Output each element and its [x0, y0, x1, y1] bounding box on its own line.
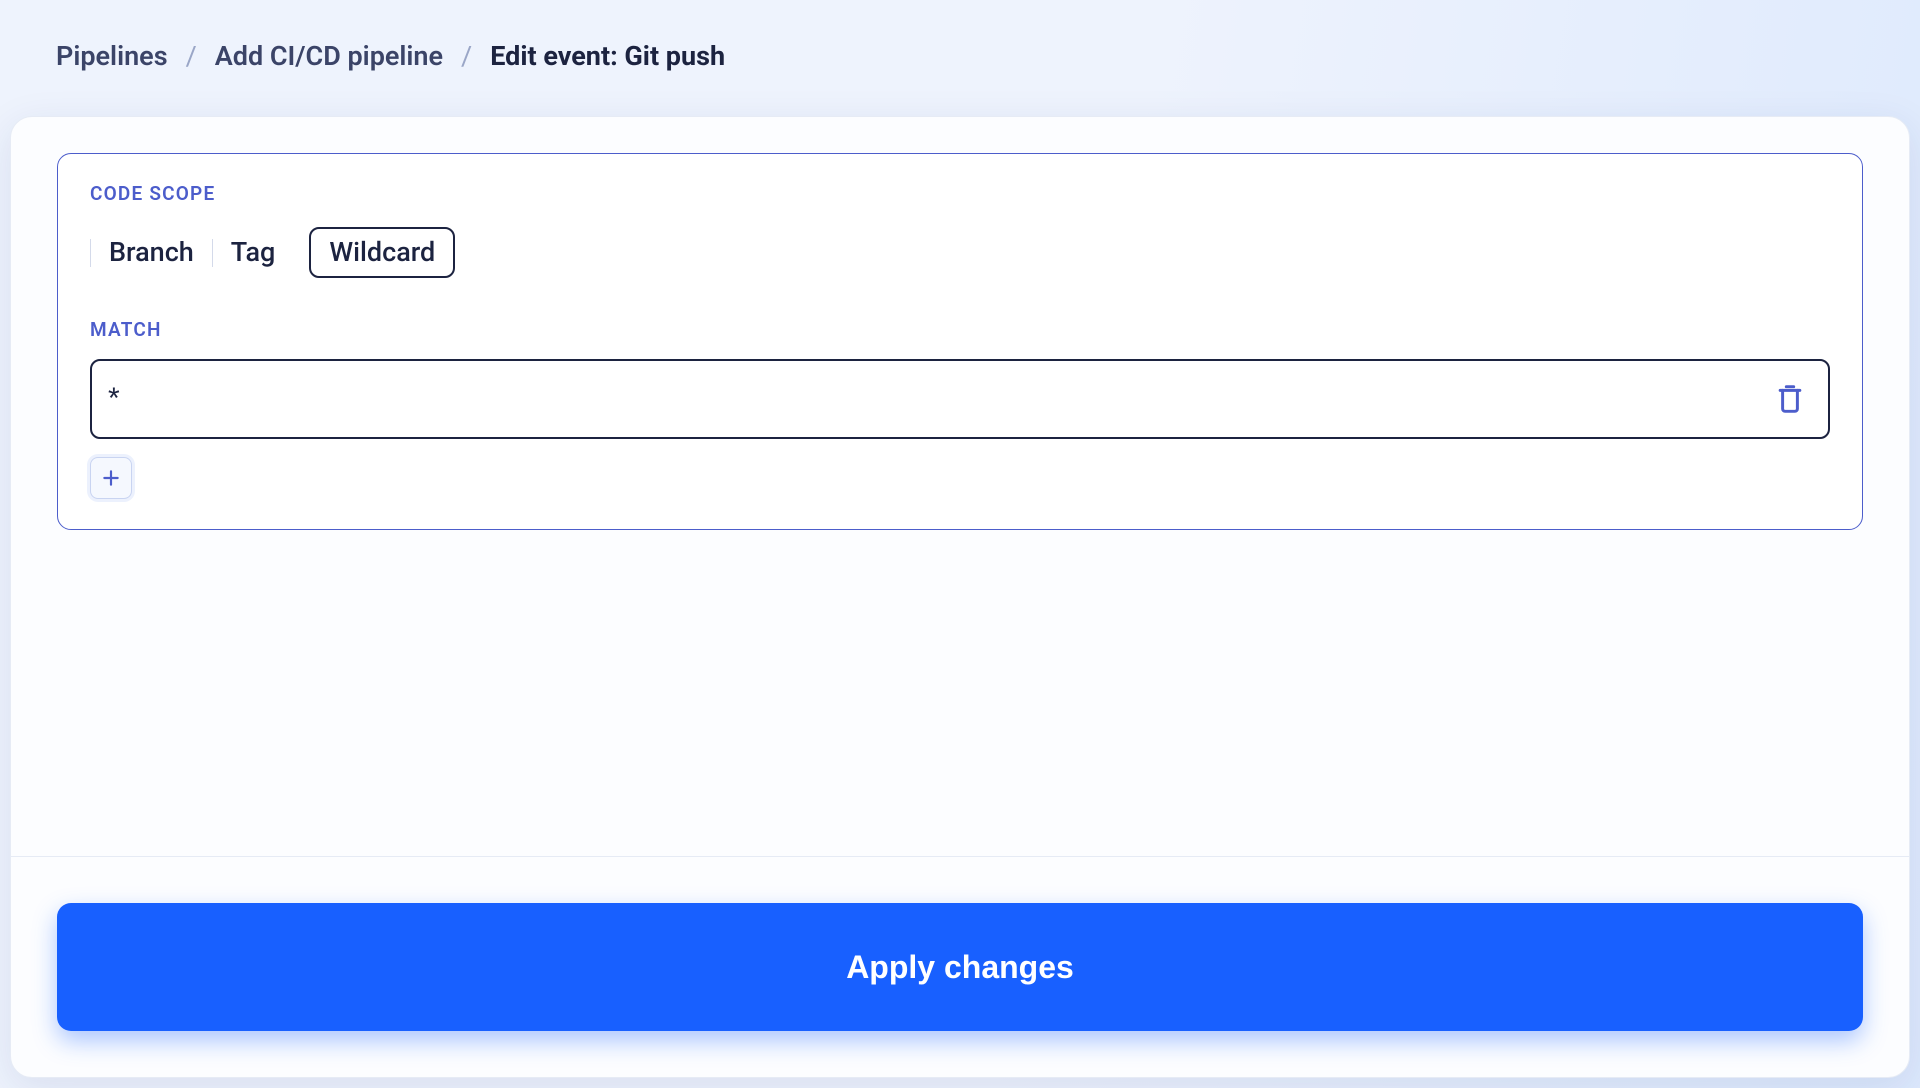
- scope-options: Branch Tag Wildcard: [90, 227, 1830, 278]
- code-scope-panel: CODE SCOPE Branch Tag Wildcard MATCH: [57, 153, 1863, 530]
- trash-icon: [1775, 383, 1805, 415]
- scope-branch[interactable]: Branch: [91, 239, 212, 266]
- add-match-button[interactable]: [90, 457, 132, 499]
- scope-wildcard[interactable]: Wildcard: [309, 227, 455, 278]
- breadcrumb-current: Edit event: Git push: [490, 40, 725, 72]
- plus-icon: [101, 468, 121, 488]
- breadcrumb-separator: /: [186, 40, 197, 72]
- page-root: Pipelines / Add CI/CD pipeline / Edit ev…: [0, 0, 1920, 1088]
- breadcrumb-add-pipeline[interactable]: Add CI/CD pipeline: [215, 40, 443, 72]
- scope-tag[interactable]: Tag: [213, 239, 294, 266]
- card-footer: Apply changes: [11, 856, 1909, 1077]
- main-card: CODE SCOPE Branch Tag Wildcard MATCH: [10, 116, 1910, 1078]
- match-label: MATCH: [90, 318, 1830, 341]
- match-input-row: [90, 359, 1830, 439]
- delete-match-button[interactable]: [1770, 379, 1810, 419]
- match-section: MATCH: [90, 318, 1830, 499]
- apply-changes-button[interactable]: Apply changes: [57, 903, 1863, 1031]
- match-input[interactable]: [108, 382, 1770, 416]
- code-scope-label: CODE SCOPE: [90, 182, 1830, 205]
- card-body: CODE SCOPE Branch Tag Wildcard MATCH: [11, 117, 1909, 856]
- breadcrumb: Pipelines / Add CI/CD pipeline / Edit ev…: [0, 0, 1920, 72]
- breadcrumb-pipelines[interactable]: Pipelines: [56, 40, 168, 72]
- breadcrumb-separator: /: [461, 40, 472, 72]
